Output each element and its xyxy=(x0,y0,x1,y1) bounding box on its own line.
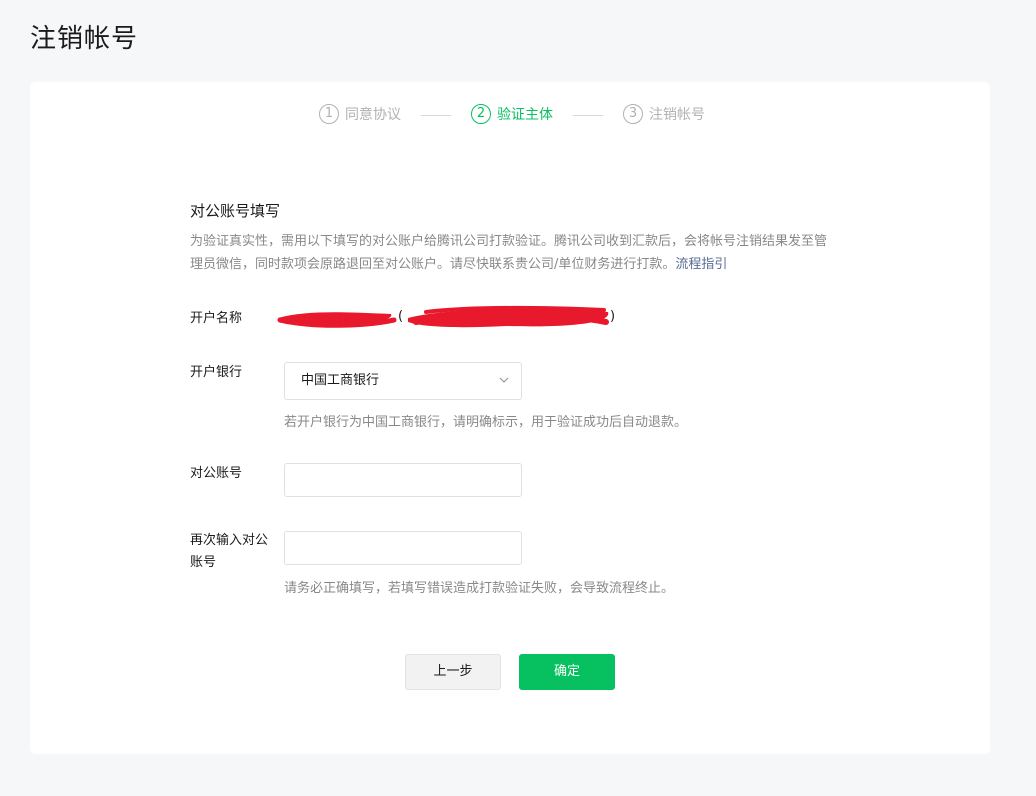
account-name-close-paren: ) xyxy=(610,309,616,324)
step-number-3: 3 xyxy=(623,104,643,124)
account-confirm-label: 再次输入对公账号 xyxy=(190,533,269,570)
confirm-button[interactable]: 确定 xyxy=(519,654,615,690)
account-hint: 请务必正确填写，若填写错误造成打款验证失败，会导致流程终止。 xyxy=(284,581,675,596)
account-name-open-paren: ( xyxy=(398,309,404,324)
step-verify-entity: 2 验证主体 xyxy=(471,104,553,124)
description-text: 为验证真实性，需用以下填写的对公账户给腾讯公司打款验证。腾讯公司收到汇款后，会将… xyxy=(190,234,828,272)
step-label: 注销帐号 xyxy=(649,107,705,123)
step-cancel-account: 3 注销帐号 xyxy=(623,104,705,124)
section-title: 对公账号填写 xyxy=(190,202,281,220)
bank-select-value: 中国工商银行 xyxy=(301,373,380,388)
section-description: 为验证真实性，需用以下填写的对公账户给腾讯公司打款验证。腾讯公司收到汇款后，会将… xyxy=(190,230,838,276)
chevron-down-icon xyxy=(499,377,509,383)
step-number-2: 2 xyxy=(471,104,491,124)
step-divider xyxy=(421,115,451,116)
account-name-label: 开户名称 xyxy=(190,311,243,326)
step-indicator: 1 同意协议 2 验证主体 3 注销帐号 xyxy=(30,104,990,128)
account-label: 对公账号 xyxy=(190,466,243,481)
step-divider xyxy=(573,115,603,116)
account-input[interactable] xyxy=(284,463,522,497)
account-name-value: ( ) xyxy=(276,304,616,334)
bank-select[interactable]: 中国工商银行 xyxy=(284,362,522,400)
bank-hint: 若开户银行为中国工商银行，请明确标示，用于验证成功后自动退款。 xyxy=(284,415,688,430)
step-label: 验证主体 xyxy=(497,107,553,123)
redaction-scribble xyxy=(277,306,609,328)
main-card: 1 同意协议 2 验证主体 3 注销帐号 对公账号填写 为验证真实性，需用以下填… xyxy=(30,82,990,754)
previous-step-button[interactable]: 上一步 xyxy=(405,654,501,690)
page-title: 注销帐号 xyxy=(30,24,139,54)
bank-label: 开户银行 xyxy=(190,365,243,380)
step-agree-agreement: 1 同意协议 xyxy=(319,104,401,124)
step-number-1: 1 xyxy=(319,104,339,124)
account-confirm-input[interactable] xyxy=(284,531,522,565)
step-label: 同意协议 xyxy=(345,107,401,123)
guide-link[interactable]: 流程指引 xyxy=(675,257,727,272)
